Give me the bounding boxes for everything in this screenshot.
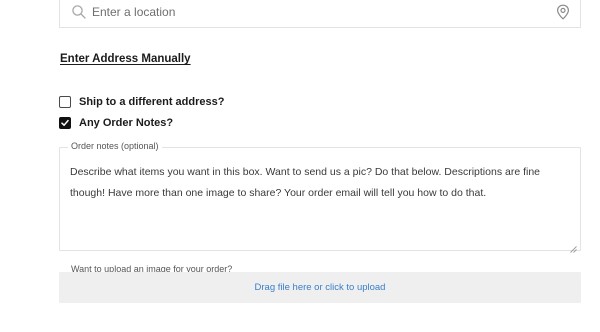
location-pin-icon[interactable] — [556, 4, 570, 20]
ship-different-address-checkbox[interactable] — [59, 96, 71, 108]
ship-different-address-option[interactable]: Ship to a different address? — [59, 94, 224, 110]
order-notes-checkbox[interactable] — [59, 117, 71, 129]
search-icon — [71, 4, 87, 20]
resize-handle-icon[interactable] — [570, 240, 577, 253]
order-notes-label: Any Order Notes? — [79, 117, 174, 129]
upload-dropzone[interactable]: Drag file here or click to upload — [59, 272, 581, 303]
ship-different-address-label: Ship to a different address? — [79, 96, 225, 108]
check-icon — [61, 119, 69, 126]
enter-address-manually-link[interactable]: Enter Address Manually — [60, 53, 191, 65]
order-notes-legend: Order notes (optional) — [68, 141, 162, 151]
order-notes-option[interactable]: Any Order Notes? — [59, 115, 173, 131]
order-notes-text[interactable]: Describe what items you want in this box… — [70, 162, 540, 204]
order-notes-textarea[interactable]: Order notes (optional) Describe what ite… — [59, 141, 581, 253]
upload-label: Want to upload an image for your order? — [71, 264, 233, 272]
upload-dropzone-text[interactable]: Drag file here or click to upload — [255, 282, 386, 293]
location-input[interactable] — [92, 2, 532, 22]
location-search-box[interactable] — [59, 0, 581, 28]
